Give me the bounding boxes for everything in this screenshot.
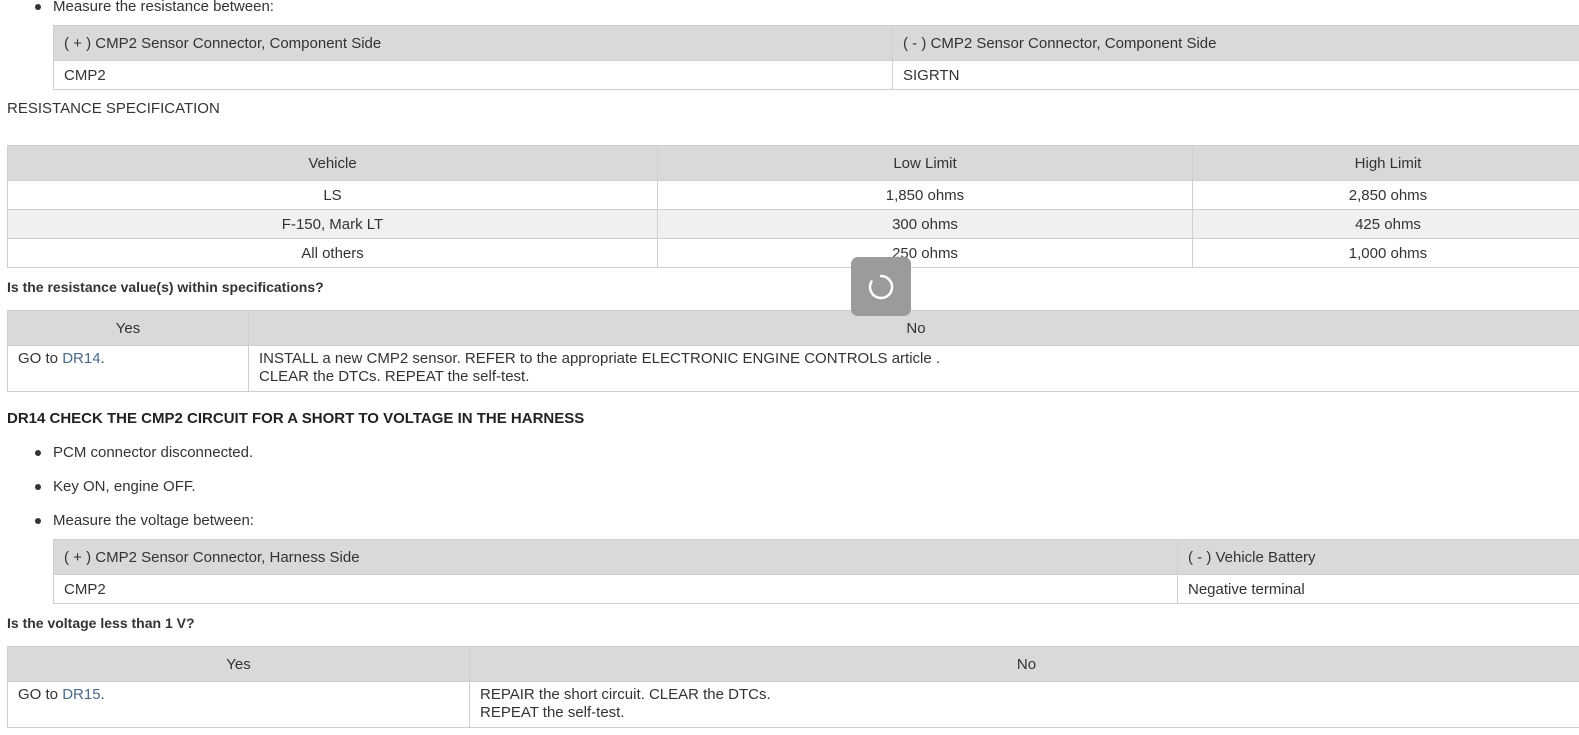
yes-header: Yes bbox=[7, 310, 249, 346]
list-item: Measure the voltage between: bbox=[53, 512, 254, 529]
list-item: Key ON, engine OFF. bbox=[53, 478, 196, 495]
voltage-connector-table: ( + ) CMP2 Sensor Connector, Harness Sid… bbox=[53, 539, 1579, 604]
table-cell: All others bbox=[7, 238, 658, 268]
bullet-icon bbox=[35, 4, 41, 10]
table-cell: 250 ohms bbox=[657, 238, 1193, 268]
bullet-icon bbox=[35, 518, 41, 524]
table-header: Vehicle bbox=[7, 145, 658, 181]
table-cell: Negative terminal bbox=[1177, 574, 1579, 604]
no-cell: INSTALL a new CMP2 sensor. REFER to the … bbox=[248, 345, 1579, 392]
yes-header: Yes bbox=[7, 646, 470, 682]
voltage-question: Is the voltage less than 1 V? bbox=[7, 615, 195, 631]
dr14-link[interactable]: DR14 bbox=[62, 350, 100, 367]
table-header: Low Limit bbox=[657, 145, 1193, 181]
yes-cell: GO to DR15. bbox=[7, 681, 470, 728]
loading-spinner-icon bbox=[868, 274, 894, 300]
no-header: No bbox=[469, 646, 1579, 682]
no-line: INSTALL a new CMP2 sensor. REFER to the … bbox=[259, 350, 941, 367]
table-cell: 425 ohms bbox=[1192, 209, 1579, 239]
no-cell: REPAIR the short circuit. CLEAR the DTCs… bbox=[469, 681, 1579, 728]
yes-prefix: GO to bbox=[18, 686, 59, 703]
resistance-spec-title: RESISTANCE SPECIFICATION bbox=[7, 100, 220, 117]
table-row: All others 250 ohms 1,000 ohms bbox=[7, 238, 1579, 268]
resistance-answer-table: Yes No GO to DR14. INSTALL a new CMP2 se… bbox=[7, 310, 1579, 392]
bullet-icon bbox=[35, 484, 41, 490]
no-line: REPAIR the short circuit. CLEAR the DTCs… bbox=[480, 686, 771, 703]
table-cell: 1,850 ohms bbox=[657, 180, 1193, 210]
table-header: ( - ) CMP2 Sensor Connector, Component S… bbox=[892, 25, 1579, 61]
table-cell: F-150, Mark LT bbox=[7, 209, 658, 239]
no-line: CLEAR the DTCs. REPEAT the self-test. bbox=[259, 368, 530, 385]
yes-cell: GO to DR14. bbox=[7, 345, 249, 392]
resistance-connector-table: ( + ) CMP2 Sensor Connector, Component S… bbox=[53, 25, 1579, 90]
table-header: ( + ) CMP2 Sensor Connector, Component S… bbox=[53, 25, 893, 61]
resistance-question: Is the resistance value(s) within specif… bbox=[7, 279, 324, 295]
table-row: LS 1,850 ohms 2,850 ohms bbox=[7, 180, 1579, 210]
table-cell: CMP2 bbox=[53, 60, 893, 90]
table-header: ( - ) Vehicle Battery bbox=[1177, 539, 1579, 575]
yes-prefix: GO to bbox=[18, 350, 59, 367]
table-cell: 300 ohms bbox=[657, 209, 1193, 239]
bullet-icon bbox=[35, 450, 41, 456]
table-row: F-150, Mark LT 300 ohms 425 ohms bbox=[7, 209, 1579, 239]
dr14-heading: DR14 CHECK THE CMP2 CIRCUIT FOR A SHORT … bbox=[7, 410, 585, 427]
table-header: ( + ) CMP2 Sensor Connector, Harness Sid… bbox=[53, 539, 1178, 575]
table-cell: LS bbox=[7, 180, 658, 210]
voltage-answer-table: Yes No GO to DR15. REPAIR the short circ… bbox=[7, 646, 1579, 728]
dr15-link[interactable]: DR15 bbox=[62, 686, 100, 703]
table-header: High Limit bbox=[1192, 145, 1579, 181]
table-cell: 1,000 ohms bbox=[1192, 238, 1579, 268]
table-cell: SIGRTN bbox=[892, 60, 1579, 90]
resistance-spec-table: Vehicle Low Limit High Limit LS 1,850 oh… bbox=[7, 145, 1579, 268]
yes-suffix: . bbox=[100, 350, 105, 367]
yes-suffix: . bbox=[100, 686, 105, 703]
table-cell: 2,850 ohms bbox=[1192, 180, 1579, 210]
no-header: No bbox=[248, 310, 1579, 346]
loading-spinner bbox=[851, 257, 911, 316]
table-cell: CMP2 bbox=[53, 574, 1178, 604]
measure-resistance-label: Measure the resistance between: bbox=[53, 0, 274, 15]
no-line: REPEAT the self-test. bbox=[480, 704, 625, 721]
list-item: PCM connector disconnected. bbox=[53, 444, 254, 461]
